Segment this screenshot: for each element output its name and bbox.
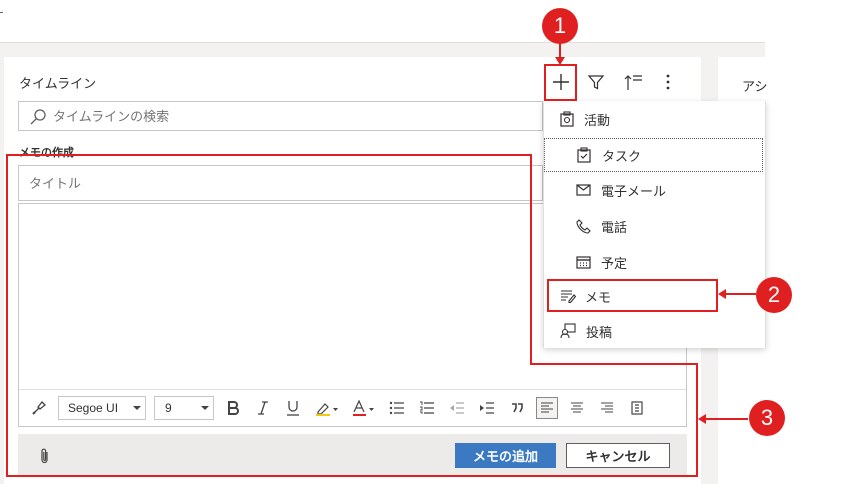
callout-1-arrowhead (555, 57, 565, 65)
note-item-highlight (547, 279, 718, 312)
note-form-highlight (6, 154, 698, 477)
add-button-highlight (544, 64, 577, 101)
callout-2-arrowhead (718, 289, 726, 299)
annotation-overlay (6, 42, 756, 477)
callout-2-badge: 2 (756, 277, 792, 313)
callout-3-arrowhead (698, 414, 706, 424)
callout-3-badge: 3 (749, 400, 785, 436)
callout-1-badge: 1 (542, 8, 578, 44)
